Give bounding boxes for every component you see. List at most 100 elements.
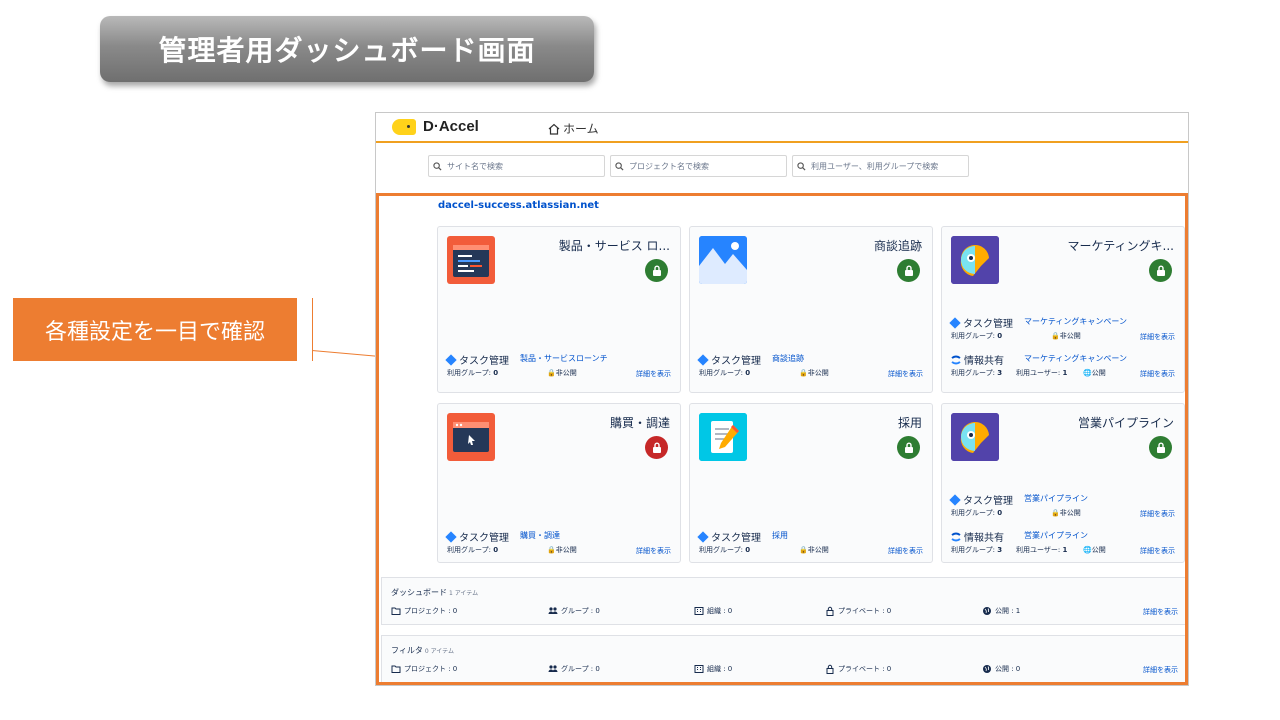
folder-icon <box>391 607 401 615</box>
jira-icon <box>697 353 709 366</box>
search-row: サイト名で検索 プロジェクト名で検索 利用ユーザー、利用グループで検索 <box>376 143 1188 191</box>
details-link[interactable]: 詳細を表示 <box>636 546 671 556</box>
project-link[interactable]: 営業パイプライン <box>1024 493 1088 504</box>
bird-icon <box>951 236 999 284</box>
project-card[interactable]: 商談追跡 タスク管理 商談追跡 利用グループ: 0 🔒非公開 詳細を表示 <box>689 226 933 393</box>
project-card[interactable]: 営業パイプライン タスク管理 営業パイプライン 利用グループ: 0 🔒非公開 詳… <box>941 403 1185 563</box>
home-link[interactable]: ホーム <box>548 120 599 137</box>
card-title: 製品・サービス ロ... <box>558 239 670 253</box>
project-card[interactable]: 購買・調達 タスク管理 購買・調達 利用グループ: 0 🔒非公開 詳細を表示 <box>437 403 681 563</box>
group-count: 利用グループ: 0 <box>699 546 751 554</box>
project-card[interactable]: マーケティングキ... タスク管理 マーケティングキャンペーン 利用グループ: … <box>941 226 1185 393</box>
globe-icon <box>983 607 991 615</box>
project-card[interactable]: 採用 タスク管理 採用 利用グループ: 0 🔒非公開 詳細を表示 <box>689 403 933 563</box>
app-name: タスク管理 <box>949 492 1013 507</box>
slide-title: 管理者用ダッシュボード画面 <box>100 16 594 82</box>
callout-box: 各種設定を一目で確認 <box>13 298 297 361</box>
jira-icon <box>445 530 457 543</box>
group-count: 利用グループ: 0 <box>447 369 499 377</box>
logo[interactable]: D·Accel <box>392 118 479 135</box>
lock-icon <box>826 606 834 616</box>
top-navigation: D·Accel ホーム <box>376 113 1188 143</box>
project-link[interactable]: 採用 <box>772 530 788 541</box>
jira-icon <box>697 530 709 543</box>
site-search-placeholder: サイト名で検索 <box>447 161 503 171</box>
stat-projects: プロジェクト : 0 <box>391 606 457 616</box>
logo-mark-icon <box>392 118 416 135</box>
mountain-icon <box>699 236 747 284</box>
project-card[interactable]: 製品・サービス ロ... タスク管理 製品・サービスローンチ 利用グループ: 0… <box>437 226 681 393</box>
visibility-status: 🔒非公開 <box>547 369 577 377</box>
filter-section: フィルタ 0 アイテム プロジェクト : 0 グループ : 0 組織 : 0 プラ… <box>381 635 1185 682</box>
site-url-link[interactable]: daccel-success.atlassian.net <box>438 200 599 211</box>
details-link[interactable]: 詳細を表示 <box>888 546 923 556</box>
details-link[interactable]: 詳細を表示 <box>888 369 923 379</box>
user-count: 利用ユーザー: 1 <box>1016 546 1068 554</box>
project-link[interactable]: 製品・サービスローンチ <box>520 353 608 364</box>
site-search-input[interactable]: サイト名で検索 <box>428 155 605 177</box>
group-icon <box>548 665 558 672</box>
details-link[interactable]: 詳細を表示 <box>1140 369 1175 379</box>
lock-icon <box>645 436 668 459</box>
app-name: 情報共有 <box>951 352 1004 367</box>
visibility-status: 🔒非公開 <box>799 546 829 554</box>
code-window-icon <box>447 236 495 284</box>
visibility-status: 🔒非公開 <box>547 546 577 554</box>
search-icon <box>433 161 442 171</box>
details-link[interactable]: 詳細を表示 <box>1140 332 1175 342</box>
app-name: 情報共有 <box>951 529 1004 544</box>
notebook-icon <box>699 413 747 461</box>
callout-bracket <box>312 298 313 361</box>
lock-icon <box>1149 259 1172 282</box>
project-cards-grid: 製品・サービス ロ... タスク管理 製品・サービスローンチ 利用グループ: 0… <box>437 226 1185 563</box>
visibility-status: 🌐公開 <box>1083 546 1106 554</box>
project-link[interactable]: マーケティングキャンペーン <box>1024 353 1127 364</box>
organization-icon <box>694 665 704 673</box>
lock-icon <box>1149 436 1172 459</box>
jira-icon <box>949 493 961 506</box>
section-title: フィルタ 0 アイテム <box>391 646 454 655</box>
search-icon <box>797 161 806 171</box>
details-link[interactable]: 詳細を表示 <box>636 369 671 379</box>
search-icon <box>615 161 624 171</box>
group-count: 利用グループ: 0 <box>951 332 1003 340</box>
user-search-input[interactable]: 利用ユーザー、利用グループで検索 <box>792 155 969 177</box>
stat-projects: プロジェクト : 0 <box>391 664 457 674</box>
details-link[interactable]: 詳細を表示 <box>1140 509 1175 519</box>
project-link[interactable]: 営業パイプライン <box>1024 530 1088 541</box>
group-count: 利用グループ: 3 <box>951 369 1003 377</box>
stat-organizations: 組織 : 0 <box>694 606 732 616</box>
group-count: 利用グループ: 0 <box>699 369 751 377</box>
details-link[interactable]: 詳細を表示 <box>1143 665 1178 675</box>
organization-icon <box>694 607 704 615</box>
project-link[interactable]: マーケティングキャンペーン <box>1024 316 1127 327</box>
project-search-input[interactable]: プロジェクト名で検索 <box>610 155 787 177</box>
visibility-status: 🔒非公開 <box>1051 509 1081 517</box>
user-search-placeholder: 利用ユーザー、利用グループで検索 <box>811 161 939 171</box>
project-search-placeholder: プロジェクト名で検索 <box>629 161 709 171</box>
visibility-status: 🔒非公開 <box>1051 332 1081 340</box>
group-count: 利用グループ: 0 <box>447 546 499 554</box>
stat-groups: グループ : 0 <box>548 606 600 616</box>
project-link[interactable]: 購買・調達 <box>520 530 560 541</box>
confluence-icon <box>951 532 961 541</box>
app-name: タスク管理 <box>697 529 761 544</box>
card-title: 採用 <box>897 416 922 430</box>
callout-connector <box>311 350 376 357</box>
stat-organizations: 組織 : 0 <box>694 664 732 674</box>
stat-public: 公開 : 0 <box>982 664 1020 674</box>
card-title: 購買・調達 <box>609 416 670 430</box>
bird-icon <box>951 413 999 461</box>
details-link[interactable]: 詳細を表示 <box>1140 546 1175 556</box>
section-title: ダッシュボード 1 アイテム <box>391 588 479 597</box>
app-name: タスク管理 <box>697 352 761 367</box>
jira-icon <box>949 316 961 329</box>
details-link[interactable]: 詳細を表示 <box>1143 607 1178 617</box>
app-name: タスク管理 <box>949 315 1013 330</box>
stat-private: プライベート : 0 <box>825 606 891 616</box>
group-icon <box>548 607 558 614</box>
lock-icon <box>897 259 920 282</box>
project-link[interactable]: 商談追跡 <box>772 353 804 364</box>
cursor-window-icon <box>447 413 495 461</box>
stat-public: 公開 : 1 <box>982 606 1020 616</box>
